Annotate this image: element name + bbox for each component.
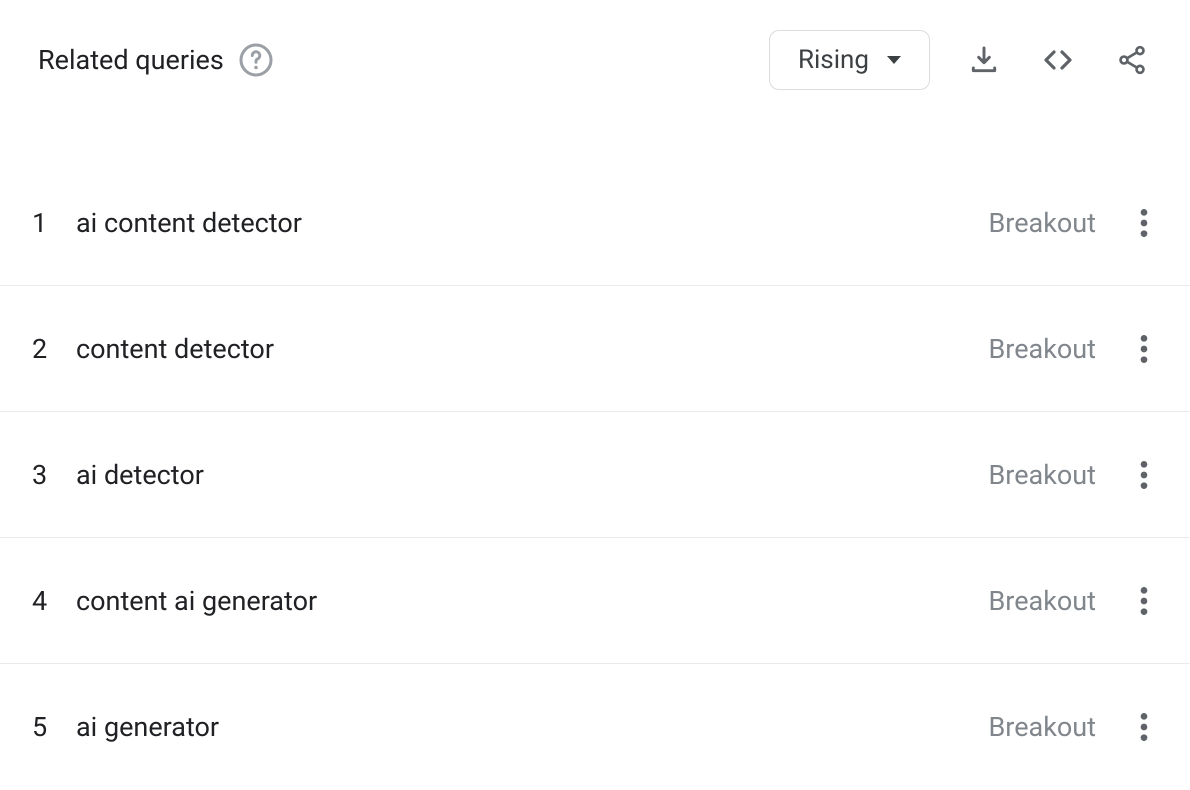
dropdown-label: Rising <box>798 45 869 75</box>
rank: 3 <box>28 459 76 491</box>
trend-value: Breakout <box>988 459 1096 491</box>
trend-value: Breakout <box>988 585 1096 617</box>
rank: 1 <box>28 207 76 239</box>
share-icon[interactable] <box>1112 40 1152 80</box>
trend-value: Breakout <box>988 333 1096 365</box>
widget-title: Related queries <box>38 44 224 76</box>
list-item: 5 ai generator Breakout <box>0 664 1190 790</box>
more-vert-icon[interactable] <box>1126 457 1162 493</box>
embed-icon[interactable] <box>1038 40 1078 80</box>
trend-value: Breakout <box>988 207 1096 239</box>
download-icon[interactable] <box>964 40 1004 80</box>
widget-header: Related queries Rising <box>0 0 1190 120</box>
help-icon[interactable] <box>238 42 274 78</box>
query-link[interactable]: ai detector <box>76 459 988 491</box>
more-vert-icon[interactable] <box>1126 205 1162 241</box>
query-link[interactable]: content detector <box>76 333 988 365</box>
list-item: 3 ai detector Breakout <box>0 412 1190 538</box>
rank: 4 <box>28 585 76 617</box>
query-link[interactable]: ai content detector <box>76 207 988 239</box>
more-vert-icon[interactable] <box>1126 331 1162 367</box>
list-item: 2 content detector Breakout <box>0 286 1190 412</box>
more-vert-icon[interactable] <box>1126 709 1162 745</box>
rank: 5 <box>28 711 76 743</box>
query-list: 1 ai content detector Breakout 2 content… <box>0 160 1190 790</box>
header-right: Rising <box>769 30 1152 90</box>
rank: 2 <box>28 333 76 365</box>
query-link[interactable]: ai generator <box>76 711 988 743</box>
trend-value: Breakout <box>988 711 1096 743</box>
list-item: 1 ai content detector Breakout <box>0 160 1190 286</box>
more-vert-icon[interactable] <box>1126 583 1162 619</box>
chevron-down-icon <box>887 56 901 64</box>
query-link[interactable]: content ai generator <box>76 585 988 617</box>
list-item: 4 content ai generator Breakout <box>0 538 1190 664</box>
header-left: Related queries <box>38 42 274 78</box>
sort-dropdown[interactable]: Rising <box>769 30 930 90</box>
